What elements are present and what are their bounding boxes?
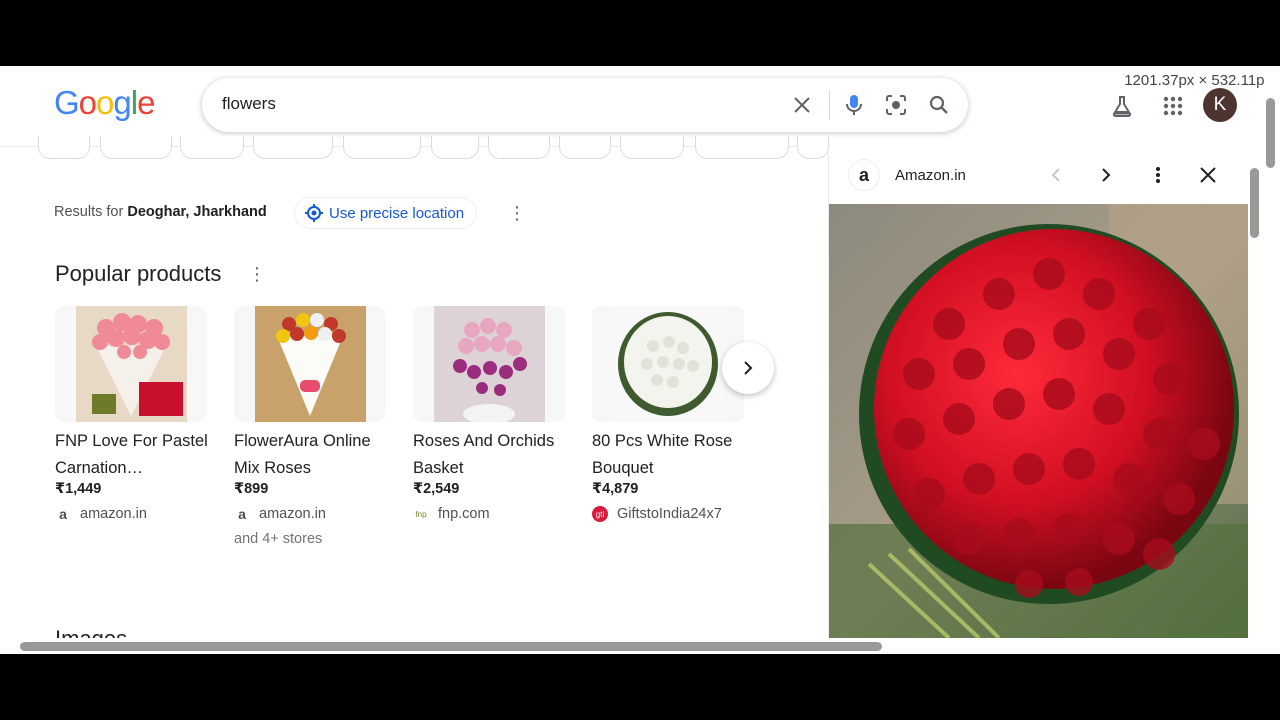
- product-name[interactable]: 80 Pcs White Rose Bouquet: [592, 428, 752, 482]
- google-logo[interactable]: Google: [54, 84, 155, 122]
- page-vertical-scrollbar-thumb[interactable]: [1266, 98, 1275, 168]
- location-name: Deoghar, Jharkhand: [127, 204, 267, 220]
- giftstoindia-icon: gti: [592, 506, 608, 522]
- filter-chip[interactable]: [620, 136, 684, 159]
- product-image[interactable]: [413, 306, 565, 422]
- search-icon[interactable]: [927, 93, 951, 117]
- panel-source-name[interactable]: Amazon.in: [895, 167, 966, 184]
- amazon-icon: a: [238, 506, 246, 522]
- panel-scrollbar[interactable]: [1248, 148, 1264, 638]
- product-price: ₹2,549: [413, 481, 460, 497]
- filter-chip[interactable]: [38, 136, 90, 159]
- lens-icon[interactable]: [884, 93, 908, 117]
- chevron-right-icon[interactable]: [1093, 162, 1119, 188]
- store-name: amazon.in: [80, 506, 147, 522]
- browser-viewport: Google flowers 1201.37px × 532.11px K Re…: [0, 66, 1280, 654]
- image-preview-panel: a Amazon.in: [828, 148, 1249, 638]
- close-icon[interactable]: [1195, 162, 1221, 188]
- page-horizontal-scrollbar[interactable]: [0, 638, 1264, 654]
- product-store[interactable]: a amazon.in: [234, 506, 394, 522]
- page-vertical-scrollbar[interactable]: [1264, 66, 1280, 654]
- product-price: ₹4,879: [592, 481, 639, 497]
- mic-icon[interactable]: [842, 93, 866, 117]
- store-name: fnp.com: [438, 506, 490, 522]
- product-store[interactable]: fnp fnp.com: [413, 506, 573, 522]
- location-more-icon[interactable]: ⋮: [507, 203, 527, 223]
- labs-icon[interactable]: [1110, 94, 1134, 118]
- panel-source[interactable]: a Amazon.in: [849, 160, 966, 190]
- store-name: amazon.in: [259, 506, 326, 522]
- fnp-icon: fnp: [415, 509, 427, 519]
- more-stores-link[interactable]: and 4+ stores: [234, 531, 394, 547]
- products-next-button[interactable]: [722, 342, 774, 394]
- filter-chip[interactable]: [100, 136, 172, 159]
- apps-icon[interactable]: [1161, 94, 1185, 118]
- precise-location-label: Use precise location: [329, 204, 465, 222]
- target-icon: [305, 204, 323, 222]
- search-box[interactable]: flowers: [202, 78, 968, 132]
- chevron-left-icon[interactable]: [1043, 162, 1069, 188]
- precise-location-button[interactable]: Use precise location: [295, 198, 477, 228]
- search-input[interactable]: flowers: [222, 94, 276, 114]
- popular-products-title: Popular products: [55, 261, 222, 286]
- product-price: ₹1,449: [55, 481, 102, 497]
- filter-chip[interactable]: [488, 136, 550, 159]
- account-avatar[interactable]: K: [1203, 88, 1237, 122]
- more-vert-icon[interactable]: [1145, 162, 1171, 188]
- product-store[interactable]: a amazon.in: [55, 506, 215, 522]
- filter-chip[interactable]: [253, 136, 333, 159]
- filter-chip[interactable]: [559, 136, 611, 159]
- product-card[interactable]: FlowerAura Online Mix Roses ₹899 a amazo…: [234, 306, 394, 547]
- filter-chip[interactable]: [695, 136, 789, 159]
- product-name[interactable]: FNP Love For Pastel Carnation…: [55, 428, 215, 482]
- popular-products-more-icon[interactable]: ⋮: [247, 264, 267, 284]
- filter-chip[interactable]: [797, 136, 829, 159]
- results-location: Results for Deoghar, Jharkhand: [54, 204, 267, 220]
- preview-image[interactable]: [829, 204, 1249, 638]
- product-card[interactable]: Roses And Orchids Basket ₹2,549 fnp fnp.…: [413, 306, 573, 522]
- product-image[interactable]: [234, 306, 386, 422]
- product-name[interactable]: FlowerAura Online Mix Roses: [234, 428, 394, 482]
- product-card[interactable]: FNP Love For Pastel Carnation… ₹1,449 a …: [55, 306, 215, 522]
- product-name[interactable]: Roses And Orchids Basket: [413, 428, 573, 482]
- page-horizontal-scrollbar-thumb[interactable]: [20, 642, 882, 651]
- product-price: ₹899: [234, 481, 269, 497]
- amazon-icon: a: [59, 506, 67, 522]
- filter-chip[interactable]: [180, 136, 244, 159]
- filter-chip[interactable]: [343, 136, 421, 159]
- chevron-right-icon: [744, 361, 753, 375]
- product-card[interactable]: 80 Pcs White Rose Bouquet ₹4,879 gti Gif…: [592, 306, 752, 522]
- search-divider: [829, 90, 830, 120]
- dimension-readout: 1201.37px × 532.11px: [1124, 72, 1272, 89]
- product-store[interactable]: gti GiftstoIndia24x7: [592, 506, 752, 522]
- product-image[interactable]: [55, 306, 207, 422]
- panel-scrollbar-thumb[interactable]: [1250, 168, 1259, 238]
- store-name: GiftstoIndia24x7: [617, 506, 722, 522]
- results-prefix: Results for: [54, 204, 124, 220]
- amazon-logo-icon: a: [849, 160, 879, 190]
- filter-chip[interactable]: [431, 136, 479, 159]
- clear-icon[interactable]: [790, 93, 814, 117]
